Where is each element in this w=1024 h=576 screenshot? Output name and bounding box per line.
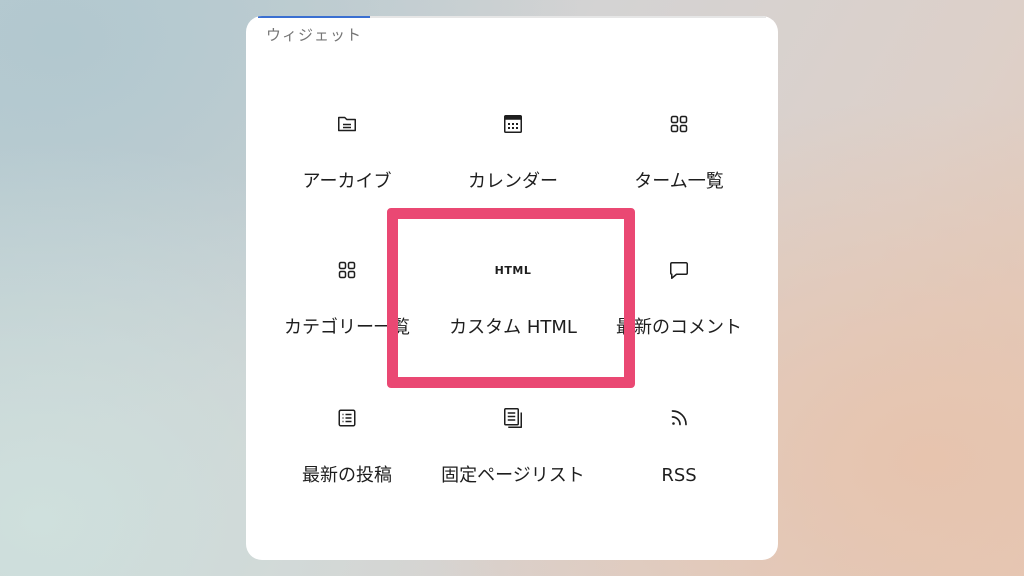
widget-label: アーカイブ bbox=[302, 171, 392, 192]
widget-category-list[interactable]: カテゴリー一覧 bbox=[263, 258, 431, 388]
grid-icon bbox=[667, 112, 691, 136]
widget-custom-html[interactable]: HTML カスタム HTML bbox=[429, 258, 597, 388]
rss-icon bbox=[667, 406, 691, 430]
scroll-thumb[interactable] bbox=[258, 16, 370, 18]
widget-latest-posts[interactable]: 最新の投稿 bbox=[263, 406, 431, 536]
widget-label: 最新の投稿 bbox=[302, 465, 392, 486]
post-list-icon bbox=[335, 406, 359, 430]
html-icon-text: HTML bbox=[494, 263, 532, 277]
widget-label: カスタム HTML bbox=[449, 317, 577, 338]
widget-label: 固定ページリスト bbox=[441, 465, 585, 486]
widget-label: 最新のコメント bbox=[616, 317, 742, 338]
widget-label: RSS bbox=[661, 465, 697, 486]
widget-archive[interactable]: アーカイブ bbox=[263, 112, 431, 242]
grid-icon bbox=[335, 258, 359, 282]
scroll-indicator[interactable] bbox=[258, 16, 766, 18]
widget-page-list[interactable]: 固定ページリスト bbox=[429, 406, 597, 536]
widget-inserter-panel: ウィジェット アーカイブ カレンダー ターム一覧 カテゴリー一覧 HTML カス… bbox=[246, 16, 778, 560]
widget-label: カテゴリー一覧 bbox=[284, 317, 410, 338]
widget-label: ターム一覧 bbox=[634, 171, 724, 192]
widget-rss[interactable]: RSS bbox=[595, 406, 763, 536]
widget-label: カレンダー bbox=[468, 171, 558, 192]
calendar-icon bbox=[501, 112, 525, 136]
pages-icon bbox=[501, 406, 525, 430]
widget-term-list[interactable]: ターム一覧 bbox=[595, 112, 763, 242]
section-title: ウィジェット bbox=[266, 26, 363, 44]
comment-icon bbox=[667, 258, 691, 282]
widget-latest-comments[interactable]: 最新のコメント bbox=[595, 258, 763, 388]
widget-calendar[interactable]: カレンダー bbox=[429, 112, 597, 242]
archive-folder-icon bbox=[335, 112, 359, 136]
html-icon: HTML bbox=[495, 258, 531, 282]
